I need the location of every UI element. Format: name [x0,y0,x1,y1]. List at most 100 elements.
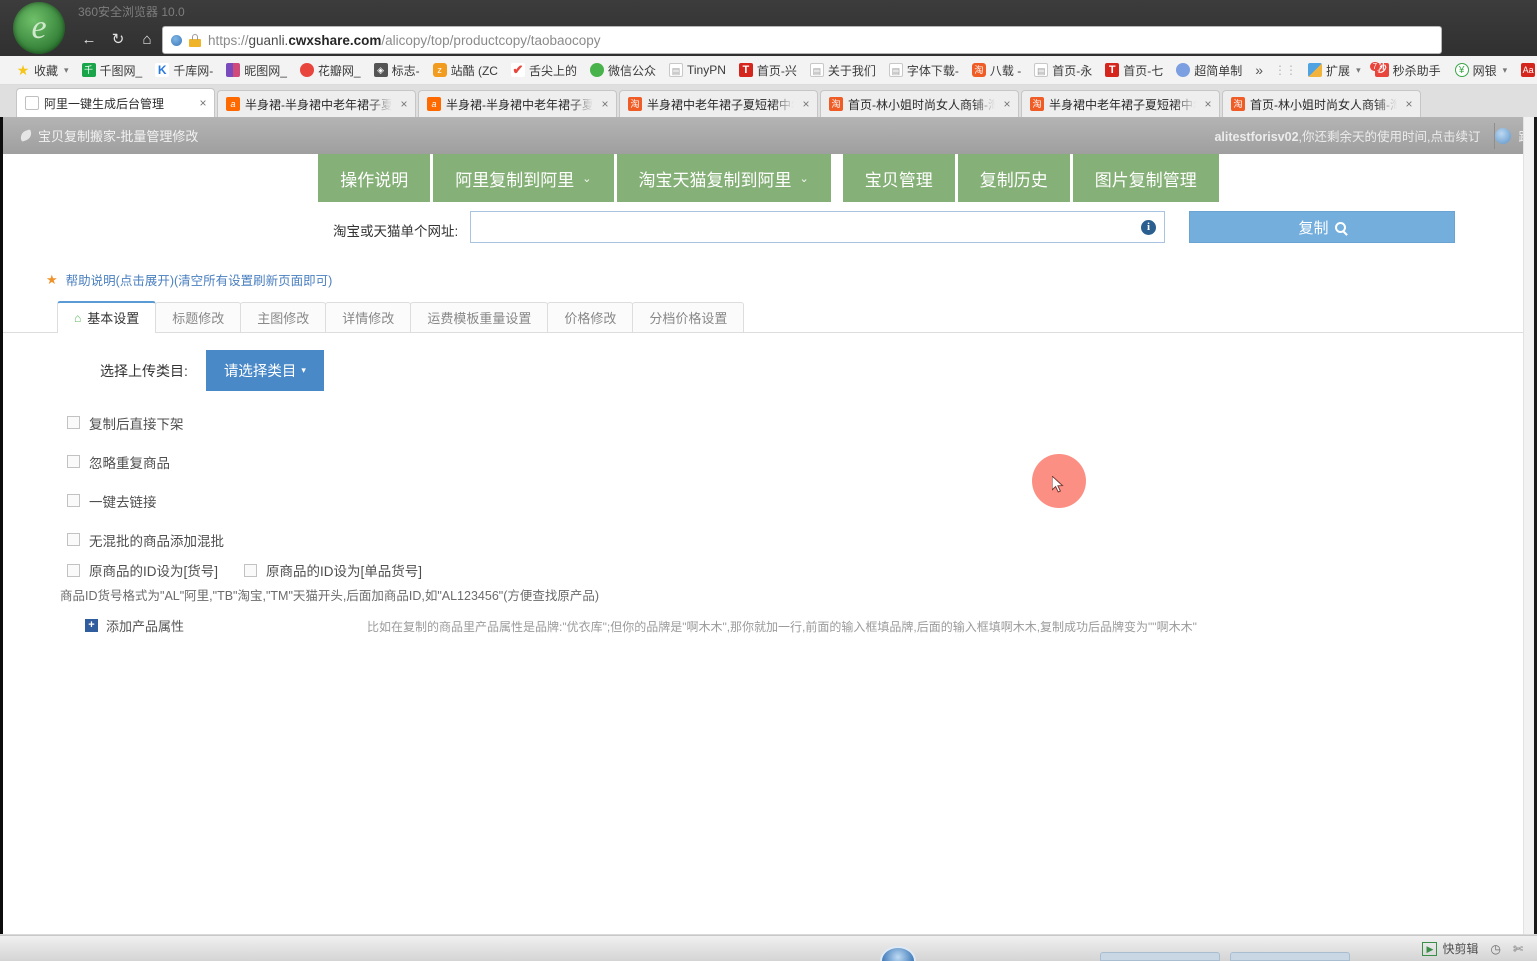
copy-url-input-wrap[interactable]: i [470,211,1165,243]
add-product-attribute-button[interactable]: + 添加产品属性 [85,616,184,635]
chevron-down-icon: ▾ [1356,64,1361,75]
nav-item[interactable]: 宝贝管理 [842,154,955,202]
browser-tab[interactable]: 淘首页-林小姐时尚女人商铺-淘宝网 × [820,90,1019,117]
page-icon: ▤ [888,63,903,77]
checkbox[interactable] [67,416,80,429]
tab-label: 首页-林小姐时尚女人商铺-淘宝网 [848,97,995,112]
close-icon[interactable]: × [799,97,813,111]
browser-tab[interactable]: 淘半身裙中老年裙子夏短裙中年妇 × [1021,90,1220,117]
close-icon[interactable]: × [1201,97,1215,111]
settings-tab[interactable]: 分档价格设置 [632,302,745,332]
address-bar[interactable]: https://guanli.cwxshare.com/alicopy/top/… [162,26,1442,54]
bookmark-label: 关于我们 [827,63,876,78]
bookmark-item[interactable]: T 首页-七 [1099,60,1169,81]
screenshot-root: 360安全浏览器 10.0 ← ↻ ⌂ https://guanli.cwxsh… [0,0,1537,961]
settings-tab[interactable]: 主图修改 [240,302,327,332]
close-icon[interactable]: × [1402,97,1416,111]
nav-item[interactable]: 阿里复制到阿里 ⌄ [433,154,614,202]
pin-icon[interactable]: ✄ [1513,942,1523,956]
miaosha-assistant-button[interactable]: 秒 秒杀助手 7 [1369,60,1447,81]
settings-tab[interactable]: 标题修改 [155,302,242,332]
taskbar-button[interactable] [1100,952,1220,961]
bookmark-item[interactable]: z 站酷 (ZC [427,60,504,81]
user-info[interactable]: alitestforisv02,你还剩余天的使用时间,点击续订 [1214,126,1494,145]
page-icon: ▤ [809,63,824,77]
nav-item[interactable]: 图片复制管理 [1072,154,1219,202]
close-icon[interactable]: × [196,96,210,110]
home-icon[interactable]: ⌂ [134,27,160,53]
bookmark-item[interactable]: ▤ 字体下载- [883,60,965,81]
chevron-down-icon: ▾ [64,64,69,75]
bookmark-label: 八载 - [989,63,1022,78]
info-icon[interactable]: i [1141,219,1156,235]
nav-item[interactable]: 操作说明 [318,154,431,202]
option-row[interactable]: 复制后直接下架 [67,403,224,442]
bookmark-item[interactable]: ▤ 关于我们 [804,60,882,81]
checkbox[interactable] [67,455,80,468]
taskbar-button[interactable] [1230,952,1350,961]
taobao-icon: 淘 [829,97,843,111]
qiantu-icon: 千 [81,63,96,77]
settings-tab[interactable]: 价格修改 [547,302,634,332]
bookmark-label: 微信公众 [607,63,656,78]
checkbox[interactable] [244,563,258,577]
checkbox[interactable] [67,563,80,577]
bookmark-item[interactable]: 超简单制 [1170,60,1248,81]
page-scrollbar[interactable] [1523,117,1534,935]
settings-tab[interactable]: 详情修改 [325,302,412,332]
reload-icon[interactable]: ↻ [105,27,131,53]
kuaijianji-label: 快剪辑 [1442,942,1479,956]
url-text: https://guanli.cwxshare.com/alicopy/top/… [208,33,601,48]
tab-label: 半身裙-半身裙中老年裙子夏短裙 [446,97,593,112]
bookmark-item[interactable]: 昵图网_ [220,60,293,81]
taobao-icon: 淘 [971,63,986,77]
option-row[interactable]: 无混批的商品添加混批 [67,520,224,559]
bookmark-item[interactable]: ✔ 舌尖上的 [505,60,583,81]
settings-tab-label: 价格修改 [564,311,617,326]
qianku-icon: K [155,63,170,77]
settings-tab[interactable]: ⌂ 基本设置 [57,301,157,333]
checkbox[interactable] [67,533,80,546]
close-icon[interactable]: × [1000,97,1014,111]
close-icon[interactable]: × [598,97,612,111]
copy-button[interactable]: 复制 [1189,211,1455,243]
page-icon: ▤ [1034,63,1049,77]
extensions-button[interactable]: 扩展 ▾ [1302,60,1367,81]
bookmarks-overflow-icon[interactable]: » [1249,62,1269,78]
bookmark-item[interactable]: 千千图网_ [76,60,149,81]
browser-tab[interactable]: a 半身裙-半身裙中老年裙子夏短裙 × [418,90,617,117]
back-icon[interactable]: ← [76,27,102,53]
bookmark-item[interactable]: ▤ TinyPN [663,61,732,79]
bookmark-item[interactable]: ▤ 首页-永 [1028,60,1098,81]
nav-item[interactable]: 淘宝天猫复制到阿里 ⌄ [616,154,831,202]
option-row[interactable]: 一键去链接 [67,481,224,520]
bookmark-item[interactable]: T 首页-兴 [733,60,803,81]
home-icon: ⌂ [74,310,82,325]
bookmark-item[interactable]: ★ 收藏 ▾ [10,60,75,81]
bookmark-item[interactable]: K 千库网- [149,60,219,81]
aa-button[interactable]: Aa [1515,61,1537,79]
bookmark-item[interactable]: 微信公众 [584,60,662,81]
browser-tab[interactable]: 淘首页-林小姐时尚女人商铺-淘宝网 × [1222,90,1421,117]
kuaijianji-button[interactable]: ▶ 快剪辑 [1422,940,1478,957]
select-category-button[interactable]: 请选择类目 ▾ [205,350,324,391]
browser-tab[interactable]: a 半身裙-半身裙中老年裙子夏短裙 × [217,90,416,117]
checkbox[interactable] [67,494,80,507]
bookmark-label: 舌尖上的 [528,63,577,78]
online-bank-button[interactable]: ¥ 网银 ▾ [1449,60,1514,81]
nav-item-label: 阿里复制到阿里 [455,170,575,190]
close-icon[interactable]: × [397,97,411,111]
leaf-icon [18,129,34,142]
browser-tab[interactable]: ▤ 阿里一键生成后台管理 × [16,88,215,117]
bookmark-item[interactable]: 淘八载 - [966,60,1027,81]
nav-item[interactable]: 复制历史 [957,154,1070,202]
clock-icon[interactable]: ◷ [1490,942,1500,956]
bookmark-item[interactable]: 花瓣网_ [294,60,367,81]
play-icon: ▶ [1422,941,1438,956]
id-format-note: 商品ID货号格式为"AL"阿里,"TB"淘宝,"TM"天猫开头,后面加商品ID,… [60,589,600,603]
bookmark-item[interactable]: ◈ 标志- [368,60,426,81]
settings-tab[interactable]: 运费模板重量设置 [410,302,549,332]
help-toggle[interactable]: ★ 帮助说明(点击展开)(清空所有设置刷新页面即可) [46,270,332,289]
browser-tab[interactable]: 淘半身裙中老年裙子夏短裙中年妇 × [619,90,818,117]
option-row[interactable]: 忽略重复商品 [67,442,224,481]
